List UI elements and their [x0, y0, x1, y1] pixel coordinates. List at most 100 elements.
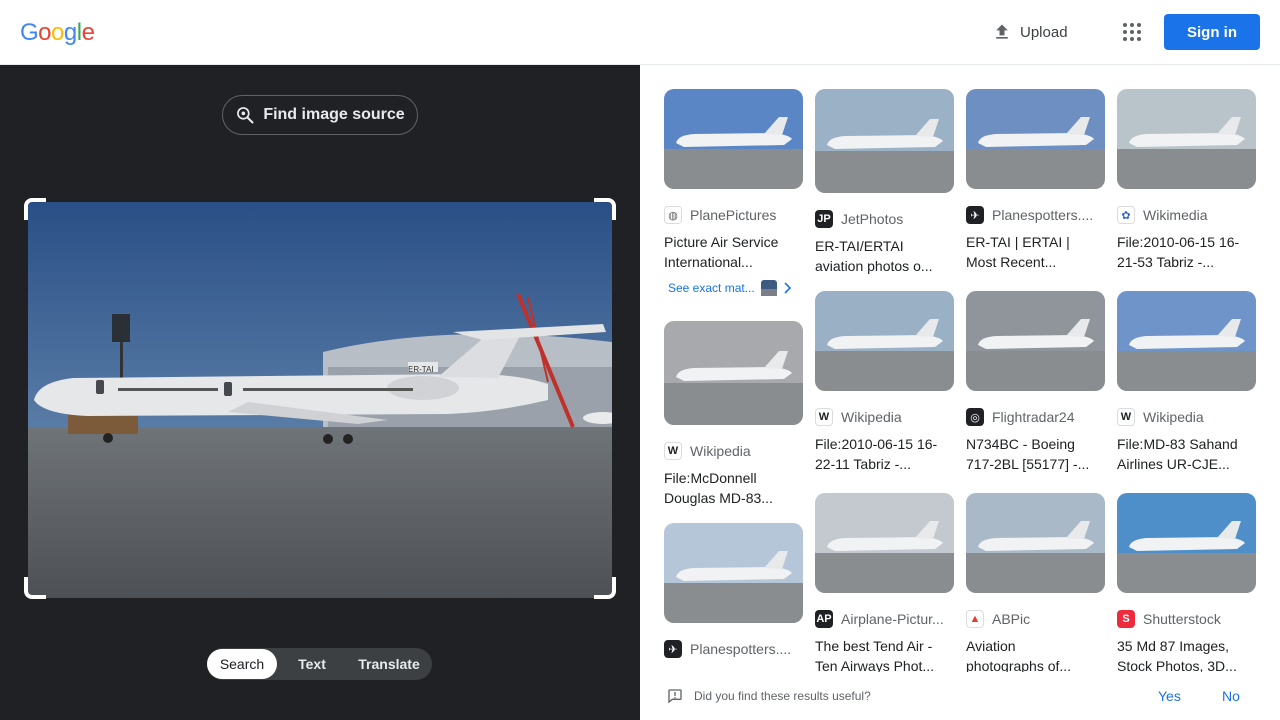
logo-letter: o — [38, 19, 52, 46]
result-thumbnail[interactable] — [815, 291, 954, 391]
crop-handle-top-left[interactable] — [24, 198, 46, 220]
result-title-line: File:2010-06-15 16- — [1117, 234, 1240, 250]
result-thumbnail[interactable] — [1117, 291, 1256, 391]
see-exact-matches-link[interactable]: See exact mat... — [668, 280, 793, 296]
upload-button[interactable]: Upload — [992, 20, 1068, 44]
flightradar-icon: ◎ — [966, 408, 984, 426]
result-thumbnail[interactable] — [664, 321, 803, 425]
logo-letter: e — [81, 19, 95, 46]
logo-letter: G — [20, 19, 39, 46]
result-source[interactable]: JP JetPhotos — [815, 210, 954, 228]
result-card[interactable]: W Wikipedia File:2010-06-15 16- 22-11 Tabri… — [815, 291, 954, 474]
result-source[interactable]: S Shutterstock — [1117, 610, 1256, 628]
result-thumbnail[interactable] — [815, 493, 954, 593]
result-source[interactable]: AP Airplane-Pictur... — [815, 610, 954, 628]
result-thumbnail[interactable] — [664, 523, 803, 623]
result-source-name: ABPic — [992, 611, 1031, 627]
jetphotos-icon: JP — [815, 210, 833, 228]
result-card[interactable]: ◍ PlanePictures Picture Air Service Interna… — [664, 89, 803, 272]
result-source[interactable]: W Wikipedia — [815, 408, 954, 426]
result-source[interactable]: ◍ PlanePictures — [664, 206, 803, 224]
result-title[interactable]: The best Tend Air - Ten Airways Phot... — [815, 636, 954, 676]
feedback-yes-button[interactable]: Yes — [1158, 688, 1181, 704]
result-card[interactable]: ✈ Planespotters.... ER-TAI | ERTAI | Most R… — [966, 89, 1105, 272]
result-source[interactable]: ✈ Planespotters.... — [664, 640, 803, 658]
result-title[interactable]: N734BC - Boeing 717-2BL [55177] -... — [966, 434, 1105, 474]
result-title-line: Aviation — [966, 638, 1016, 654]
result-card[interactable]: S Shutterstock 35 Md 87 Images, Stock Photo… — [1117, 493, 1256, 676]
result-card[interactable]: W Wikipedia File:MD-83 Sahand Airlines UR-C… — [1117, 291, 1256, 474]
planespotters-icon: ✈ — [664, 640, 682, 658]
result-source[interactable]: ✈ Planespotters.... — [966, 206, 1105, 224]
result-title-line: 22-11 Tabriz -... — [815, 456, 911, 472]
result-thumbnail[interactable] — [1117, 493, 1256, 593]
result-title-line: aviation photos o... — [815, 258, 933, 274]
wikipedia-icon: W — [1117, 408, 1135, 426]
result-card[interactable]: ◎ Flightradar24 N734BC - Boeing 717-2BL [55… — [966, 291, 1105, 474]
result-card[interactable]: JP JetPhotos ER-TAI/ERTAI aviation photos o… — [815, 89, 954, 276]
result-card[interactable]: ✿ Wikimedia File:2010-06-15 16- 21-53 Tabri… — [1117, 89, 1256, 272]
result-thumbnail[interactable] — [664, 89, 803, 189]
result-thumbnail[interactable] — [966, 89, 1105, 189]
sign-in-button[interactable]: Sign in — [1164, 14, 1260, 50]
result-title[interactable]: Aviation photographs of... — [966, 636, 1105, 676]
result-source[interactable]: W Wikipedia — [664, 442, 803, 460]
result-title[interactable]: ER-TAI/ERTAI aviation photos o... — [815, 236, 954, 276]
crop-handle-bottom-left[interactable] — [24, 577, 46, 599]
logo-letter: g — [63, 19, 77, 46]
result-thumbnail[interactable] — [815, 89, 954, 193]
result-title[interactable]: ER-TAI | ERTAI | Most Recent... — [966, 232, 1105, 272]
result-title[interactable]: File:2010-06-15 16- 21-53 Tabriz -... — [1117, 232, 1256, 272]
result-card[interactable]: ▲ ABPic Aviation photographs of... — [966, 493, 1105, 676]
result-title-line: N734BC - Boeing — [966, 436, 1075, 452]
crop-handle-top-right[interactable] — [594, 198, 616, 220]
crop-handle-bottom-right[interactable] — [594, 577, 616, 599]
result-title[interactable]: File:McDonnell Douglas MD-83... — [664, 468, 803, 508]
mode-translate-tab[interactable]: Translate — [347, 649, 431, 679]
abpic-icon: ▲ — [966, 610, 984, 628]
airplane-pictures-icon: AP — [815, 610, 833, 628]
feedback-no-button[interactable]: No — [1222, 688, 1240, 704]
mode-text-tab[interactable]: Text — [277, 649, 347, 679]
feedback-icon — [668, 689, 682, 704]
query-image: ER-TAI — [28, 202, 612, 598]
result-source-name: Planespotters.... — [992, 207, 1094, 223]
result-title-line: File:2010-06-15 16- — [815, 436, 938, 452]
globe-icon: ◍ — [664, 206, 682, 224]
result-title-line: Airlines UR-CJE... — [1117, 456, 1230, 472]
find-image-source-button[interactable]: Find image source — [222, 95, 418, 135]
upload-icon — [996, 24, 1008, 39]
apps-grid-icon[interactable] — [1120, 20, 1144, 44]
shutterstock-icon: S — [1117, 610, 1135, 628]
result-thumbnail[interactable] — [966, 493, 1105, 593]
result-source-name: Planespotters.... — [690, 641, 792, 657]
google-logo[interactable]: Google — [20, 19, 95, 47]
logo-letter: o — [51, 19, 64, 46]
lens-search-icon — [237, 107, 254, 124]
result-title-line: Douglas MD-83... — [664, 490, 773, 506]
result-title[interactable]: File:2010-06-15 16- 22-11 Tabriz -... — [815, 434, 954, 474]
result-thumbnail[interactable] — [1117, 89, 1256, 189]
result-title[interactable]: 35 Md 87 Images, Stock Photos, 3D... — [1117, 636, 1256, 676]
result-card[interactable]: ✈ Planespotters.... — [664, 523, 803, 666]
result-source-name: Wikipedia — [690, 443, 751, 459]
result-title[interactable]: Picture Air Service International... — [664, 232, 803, 272]
result-source[interactable]: ✿ Wikimedia — [1117, 206, 1256, 224]
wikipedia-icon: W — [664, 442, 682, 460]
result-thumbnail[interactable] — [966, 291, 1105, 391]
lens-mode-switch: Search Text Translate — [207, 648, 432, 680]
feedback-question: Did you find these results useful? — [694, 689, 871, 703]
result-source[interactable]: ▲ ABPic — [966, 610, 1105, 628]
result-title-line: 35 Md 87 Images, — [1117, 638, 1230, 654]
wikipedia-icon: W — [815, 408, 833, 426]
feedback-bar: Did you find these results useful? Yes N… — [640, 672, 1280, 720]
planespotters-icon: ✈ — [966, 206, 984, 224]
result-card[interactable]: AP Airplane-Pictur... The best Tend Air -T… — [815, 493, 954, 676]
result-title[interactable]: File:MD-83 Sahand Airlines UR-CJE... — [1117, 434, 1256, 474]
mode-search-tab[interactable]: Search — [207, 649, 277, 679]
find-image-source-label: Find image source — [263, 106, 405, 123]
result-source[interactable]: ◎ Flightradar24 — [966, 408, 1105, 426]
result-source[interactable]: W Wikipedia — [1117, 408, 1256, 426]
result-source-name: Airplane-Pictur... — [841, 611, 944, 627]
result-card[interactable]: W Wikipedia File:McDonnell Douglas MD-83... — [664, 321, 803, 508]
